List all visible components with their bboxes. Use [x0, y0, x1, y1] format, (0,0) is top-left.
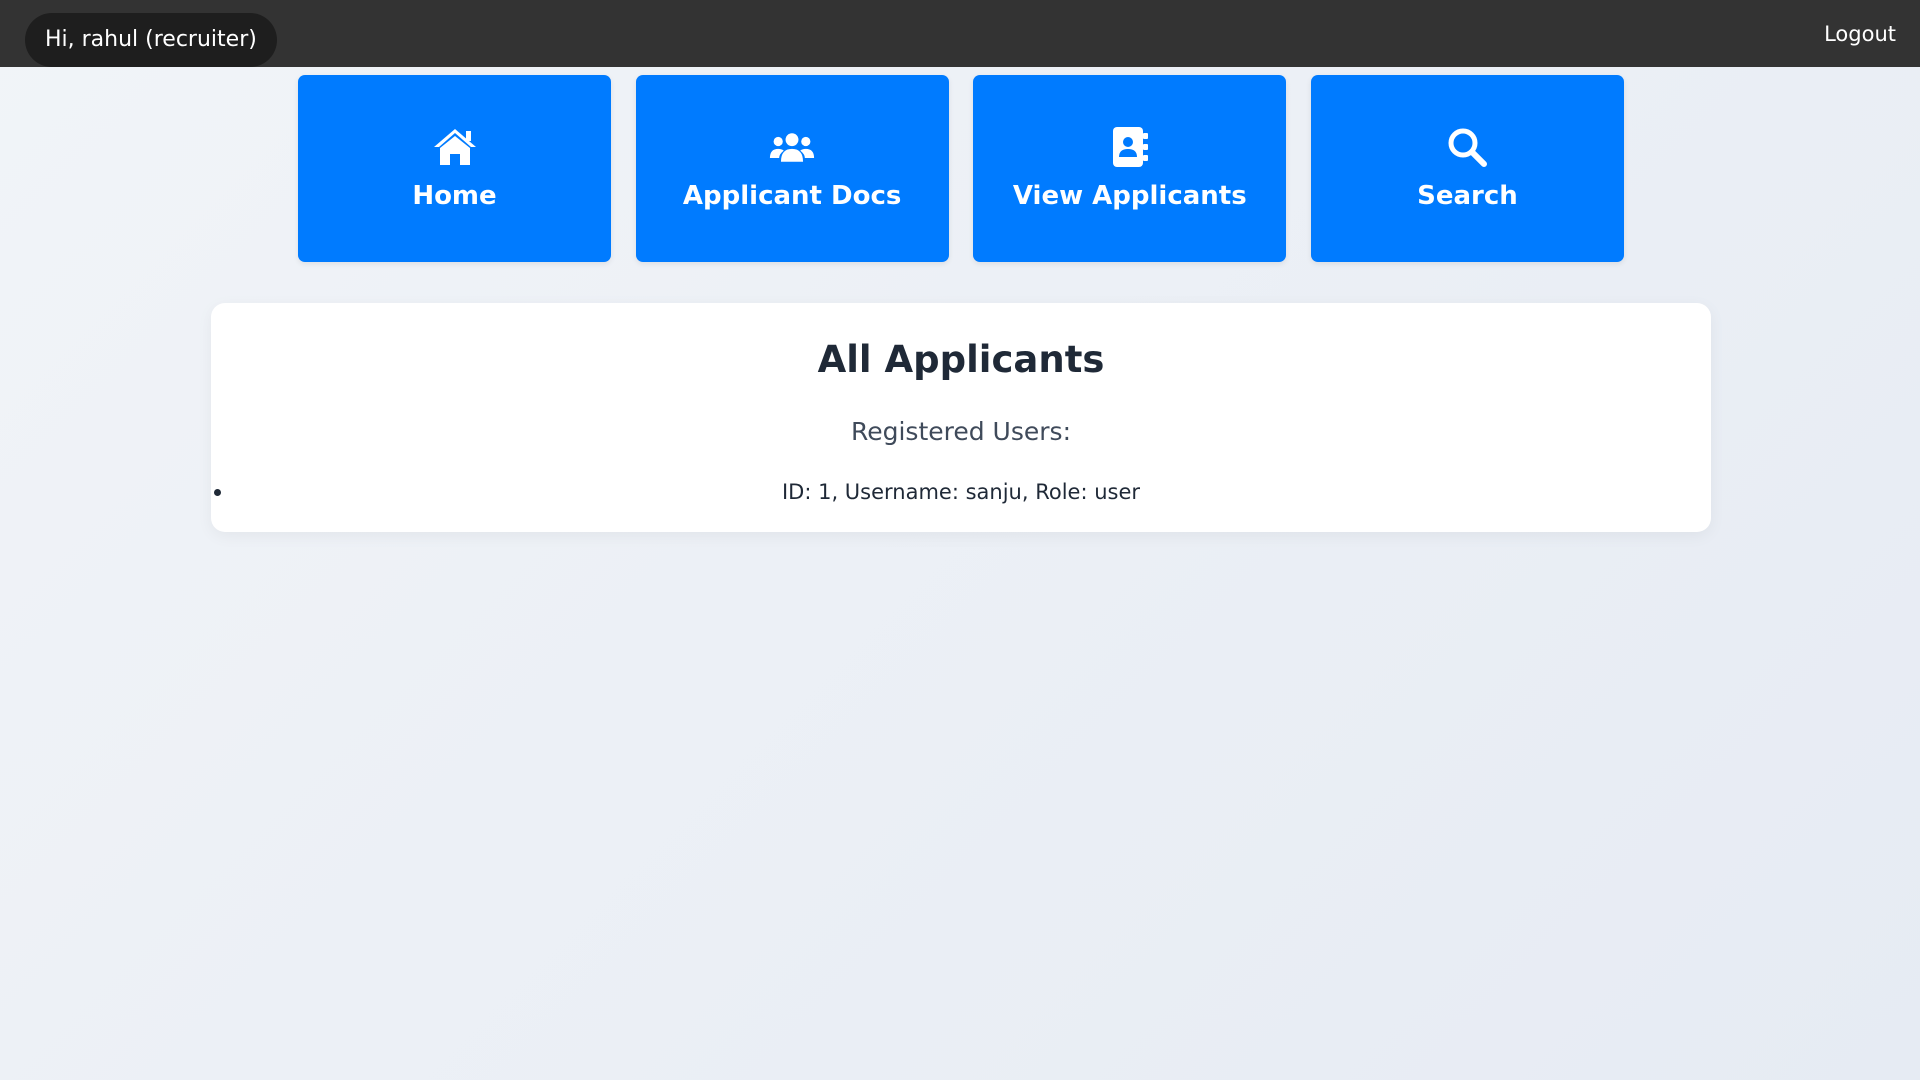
- nav-search-label: Search: [1417, 180, 1518, 211]
- address-book-icon: [1107, 126, 1153, 167]
- nav-home-label: Home: [412, 180, 497, 211]
- nav-view-applicants-button[interactable]: View Applicants: [973, 75, 1287, 262]
- applicants-panel: All Applicants Registered Users: ID: 1, …: [211, 303, 1711, 532]
- nav-home-button[interactable]: Home: [298, 75, 611, 262]
- user-entry-text: ID: 1, Username: sanju, Role: user: [781, 480, 1141, 504]
- top-bar: Hi, rahul (recruiter) Logout: [0, 0, 1920, 67]
- section-subtitle: Registered Users:: [850, 417, 1071, 446]
- logout-link[interactable]: Logout: [1824, 20, 1896, 48]
- list-item: ID: 1, Username: sanju, Role: user: [211, 477, 1711, 507]
- search-icon: [1444, 127, 1490, 167]
- home-icon: [432, 127, 478, 167]
- nav-applicant-docs-button[interactable]: Applicant Docs: [635, 75, 949, 262]
- user-greeting: Hi, rahul (recruiter): [25, 13, 277, 67]
- user-list: ID: 1, Username: sanju, Role: user: [211, 477, 1711, 507]
- bullet-icon: [214, 489, 221, 496]
- users-icon: [769, 127, 815, 167]
- nav-search-button[interactable]: Search: [1310, 75, 1624, 262]
- nav-cards: Home Applicant Docs View Applicants Sear…: [298, 75, 1624, 262]
- page-title: All Applicants: [817, 338, 1105, 381]
- nav-applicant-docs-label: Applicant Docs: [682, 180, 902, 211]
- nav-view-applicants-label: View Applicants: [1012, 180, 1247, 211]
